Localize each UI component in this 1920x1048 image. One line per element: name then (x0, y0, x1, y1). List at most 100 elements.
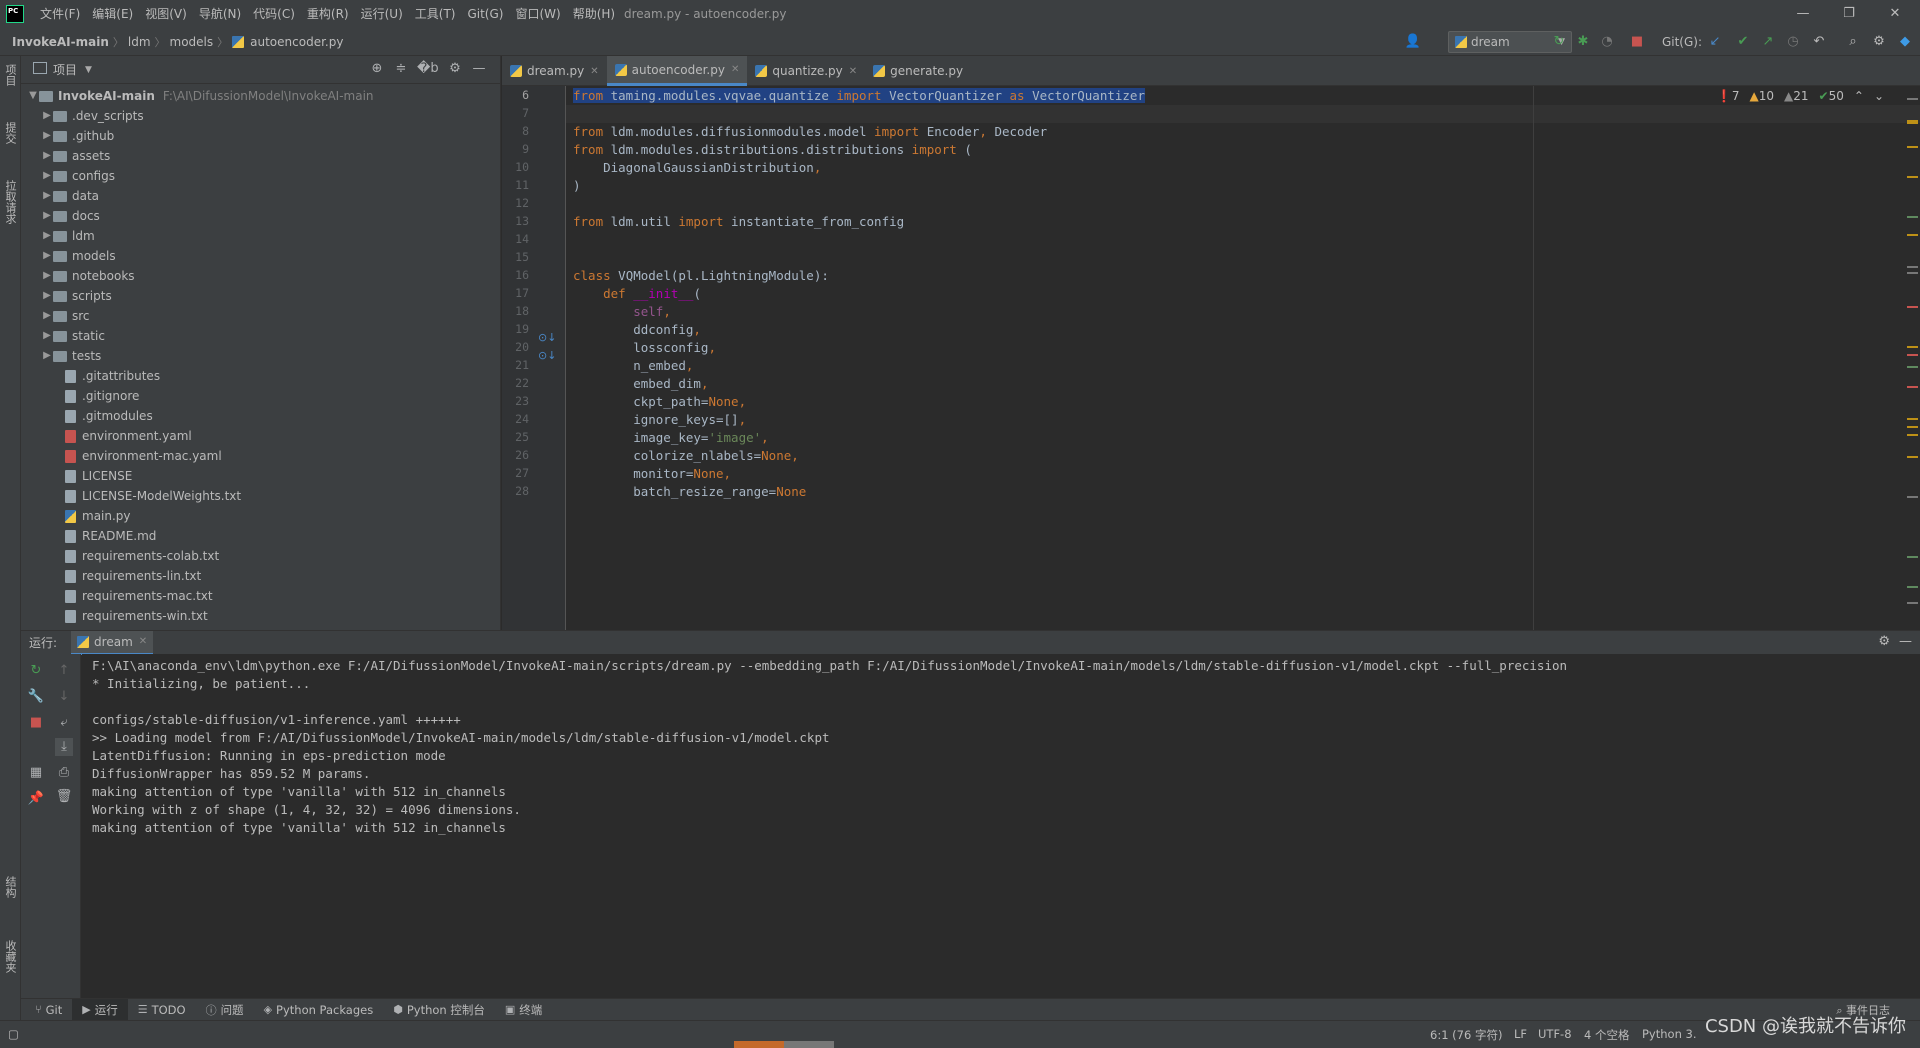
project-title[interactable]: 项目 (53, 61, 77, 78)
menu-code[interactable]: 代码(C) (247, 0, 301, 28)
bottom-tab-todo[interactable]: ☰ TODO (128, 999, 196, 1021)
tree-file[interactable]: .gitattributes (21, 366, 491, 386)
override-marker-icon[interactable]: ⊙↓ (538, 331, 556, 344)
settings-icon[interactable]: ⚙ (1870, 33, 1888, 51)
tree-file[interactable]: README.md (21, 526, 491, 546)
soft-wrap-icon[interactable]: ⤶ (55, 714, 73, 732)
code-line[interactable]: from ldm.modules.diffusionmodules.model … (573, 124, 1047, 139)
tree-folder[interactable]: ▶ src (21, 306, 491, 326)
code-line[interactable]: self, (573, 304, 671, 319)
rollback-icon[interactable]: ↶ (1810, 33, 1828, 51)
menu-view[interactable]: 视图(V) (139, 0, 193, 28)
stripe-marker[interactable] (1907, 366, 1918, 368)
code-line[interactable]: ) (573, 178, 581, 193)
code-line[interactable]: from ldm.util import instantiate_from_co… (573, 214, 904, 229)
tree-folder[interactable]: ▶ models (21, 246, 491, 266)
panel-toggle-icon[interactable]: ▢ (8, 1027, 19, 1041)
code-line[interactable]: embed_dim, (573, 376, 708, 391)
file-encoding[interactable]: UTF-8 (1538, 1027, 1572, 1041)
code-line[interactable]: image_key='image', (573, 430, 768, 445)
bottom-tab-python-packages[interactable]: ◈ Python Packages (254, 999, 384, 1021)
locate-icon[interactable]: ⊕ (369, 61, 385, 77)
print-icon[interactable]: ⎙ (55, 764, 73, 782)
bottom-tab-terminal[interactable]: ▣ 终端 (495, 999, 552, 1021)
stripe-marker[interactable] (1907, 434, 1918, 436)
stripe-marker[interactable] (1907, 496, 1918, 498)
tree-file[interactable]: .gitmodules (21, 406, 491, 426)
rerun-icon[interactable]: ↻ (27, 662, 45, 680)
tree-file[interactable]: requirements-lin.txt (21, 566, 491, 586)
restore-icon[interactable]: ❐ (1826, 0, 1872, 28)
layout-icon[interactable]: ▦ (27, 764, 45, 782)
python-interpreter[interactable]: Python 3. (1642, 1027, 1697, 1041)
code-line[interactable]: class VQModel(pl.LightningModule): (573, 268, 829, 283)
tree-folder[interactable]: ▶ assets (21, 146, 491, 166)
code-editor[interactable]: 5678910111213141516171819202122232425262… (502, 86, 1920, 630)
tree-file[interactable]: environment-mac.yaml (21, 446, 491, 466)
menu-refactor[interactable]: 重构(R) (301, 0, 355, 28)
minimize-icon[interactable]: — (1780, 0, 1826, 28)
stripe-marker[interactable] (1907, 586, 1918, 588)
breadcrumb-models[interactable]: models (166, 35, 218, 49)
hide-icon[interactable]: — (471, 61, 487, 77)
tab-dream-py[interactable]: dream.py ✕ (502, 56, 607, 86)
scroll-to-end-icon[interactable]: ⤓ (55, 738, 73, 756)
stripe-marker[interactable] (1907, 346, 1918, 348)
indent-setting[interactable]: 4 个空格 (1584, 1027, 1629, 1043)
tree-folder[interactable]: ▶ .dev_scripts (21, 106, 491, 126)
menu-tools[interactable]: 工具(T) (409, 0, 462, 28)
code-line[interactable]: def __init__( (573, 286, 701, 301)
tree-root[interactable]: ▼ InvokeAI-main F:\AI\DifussionModel\Inv… (21, 86, 491, 106)
stripe-marker[interactable] (1907, 146, 1918, 148)
tree-folder[interactable]: ▶ data (21, 186, 491, 206)
tree-file[interactable]: environment.yaml (21, 426, 491, 446)
code-line[interactable]: ddconfig, (573, 322, 701, 337)
code-line[interactable]: DiagonalGaussianDistribution, (573, 160, 821, 175)
tree-file[interactable]: main.py (21, 506, 491, 526)
code-line[interactable]: ckpt_path=None, (573, 394, 746, 409)
wrench-icon[interactable]: 🔧 (27, 688, 45, 706)
stripe-marker[interactable] (1907, 120, 1918, 124)
menu-help[interactable]: 帮助(H) (567, 0, 621, 28)
code-line[interactable]: n_embed, (573, 358, 693, 373)
gear-icon[interactable]: ⚙ (1878, 634, 1890, 649)
code-line[interactable]: from ldm.modules.distributions.distribut… (573, 142, 972, 157)
tree-folder[interactable]: ▶ scripts (21, 286, 491, 306)
close-icon[interactable]: ✕ (731, 64, 739, 75)
stripe-marker[interactable] (1907, 456, 1918, 458)
stripe-marker[interactable] (1907, 602, 1918, 604)
tab-quantize-py[interactable]: quantize.py ✕ (747, 56, 865, 86)
ide-update-icon[interactable]: ◆ (1896, 33, 1914, 51)
git-push-icon[interactable]: ↗ (1759, 33, 1777, 51)
tool-tab-structure[interactable]: 结构 (2, 876, 18, 898)
breadcrumb-project[interactable]: InvokeAI-main (0, 35, 113, 49)
up-arrow-icon[interactable]: ↑ (55, 662, 73, 680)
tree-file[interactable]: requirements-win.txt (21, 606, 491, 626)
tree-file[interactable]: LICENSE (21, 466, 491, 486)
stripe-marker[interactable] (1907, 556, 1918, 558)
override-marker-icon[interactable]: ⊙↓ (538, 349, 556, 362)
stripe-marker[interactable] (1907, 266, 1918, 268)
run-tab-dream[interactable]: dream ✕ (71, 630, 154, 655)
tree-folder[interactable]: ▶ configs (21, 166, 491, 186)
code-line[interactable]: lossconfig, (573, 340, 716, 355)
code-line[interactable]: batch_resize_range=None (573, 484, 806, 499)
stripe-marker[interactable] (1907, 272, 1918, 274)
tree-file[interactable]: LICENSE-ModelWeights.txt (21, 486, 491, 506)
pin-icon[interactable]: 📌 (27, 790, 45, 808)
chevron-down-icon[interactable]: ▼ (85, 65, 92, 75)
collapse-all-icon[interactable]: �b (417, 61, 439, 77)
tab-autoencoder-py[interactable]: autoencoder.py ✕ (606, 56, 748, 86)
tree-folder[interactable]: ▶ tests (21, 346, 491, 366)
git-commit-icon[interactable]: ✔ (1734, 33, 1752, 51)
line-separator[interactable]: LF (1514, 1027, 1527, 1041)
code-line[interactable]: colorize_nlabels=None, (573, 448, 799, 463)
stripe-marker[interactable] (1907, 306, 1918, 308)
rerun-icon[interactable]: ↻ (1550, 33, 1568, 51)
menu-navigate[interactable]: 导航(N) (193, 0, 247, 28)
code-line[interactable]: from taming.modules.vqvae.quantize impor… (573, 88, 1145, 103)
bottom-tab-git[interactable]: ⑂ Git (25, 999, 72, 1021)
stripe-marker[interactable] (1907, 234, 1918, 236)
hide-icon[interactable]: — (1899, 634, 1912, 649)
caret-position[interactable]: 6:1 (76 字符) (1430, 1027, 1502, 1043)
